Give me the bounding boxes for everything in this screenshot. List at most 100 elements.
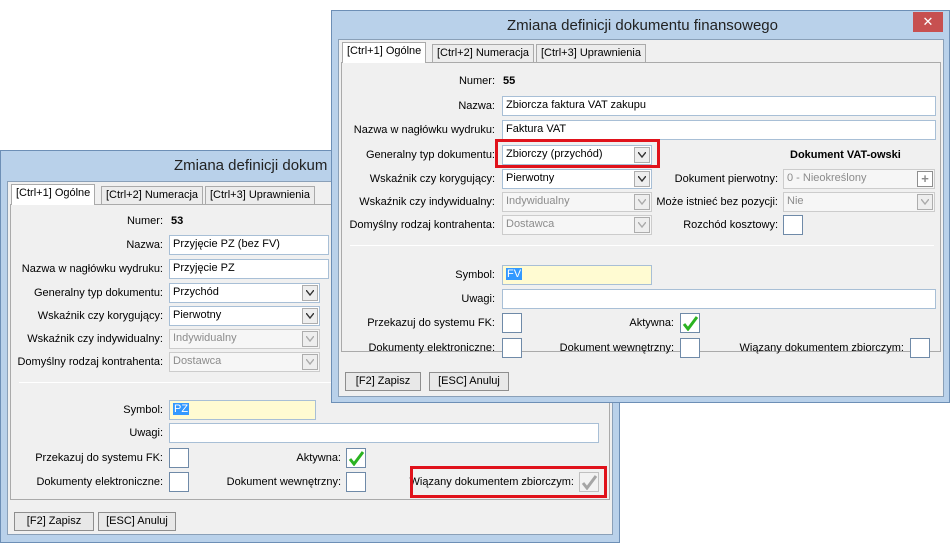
front-fk-checkbox[interactable] (502, 313, 522, 333)
chevron-down-icon[interactable] (302, 308, 318, 324)
front-numer-value: 55 (503, 75, 516, 87)
back-aktywna-checkbox[interactable] (346, 448, 366, 468)
back-naglowek-field[interactable]: Przyjęcie PZ (169, 259, 329, 279)
front-symbol-field[interactable]: FV (502, 265, 652, 285)
front-symbol-value: FV (506, 268, 523, 280)
back-elektroniczne-checkbox[interactable] (169, 472, 189, 492)
front-rozchod-checkbox[interactable] (783, 215, 803, 235)
checkmark-icon (348, 451, 364, 466)
front-korygujacy-value: Pierwotny (506, 172, 555, 184)
back-elektroniczne-label: Dokumenty elektroniczne: (36, 476, 163, 488)
back-nazwa-field[interactable]: Przyjęcie PZ (bez FV) (169, 235, 329, 255)
front-nazwa-label: Nazwa: (458, 100, 495, 112)
chevron-down-icon (302, 331, 318, 347)
back-footer: [F2] Zapisz [ESC] Anuluj (8, 502, 612, 534)
front-symbol-label: Symbol: (455, 269, 495, 281)
close-icon[interactable]: ✕ (913, 12, 943, 32)
front-window-body: [Ctrl+1] Ogólne [Ctrl+2] Numeracja [Ctrl… (338, 39, 944, 397)
back-cancel-button[interactable]: [ESC] Anuluj (98, 512, 176, 531)
front-elektroniczne-checkbox[interactable] (502, 338, 522, 358)
back-typ-select[interactable]: Przychód (169, 283, 320, 303)
front-wiazany-label: Wiązany dokumentem zbiorczym: (739, 342, 904, 354)
front-elektroniczne-label: Dokumenty elektroniczne: (368, 342, 495, 354)
back-uwagi-field[interactable] (169, 423, 599, 443)
front-general-panel: Numer: 55 Nazwa: Zbiorcza faktura VAT za… (341, 62, 941, 358)
back-korygujacy-select[interactable]: Pierwotny (169, 306, 320, 326)
front-korygujacy-select[interactable]: Pierwotny (502, 169, 652, 189)
front-korygujacy-label: Wskaźnik czy korygujący: (369, 173, 495, 185)
front-tab-numeracja[interactable]: [Ctrl+2] Numeracja (432, 44, 535, 63)
back-nazwa-label: Nazwa: (126, 239, 163, 251)
back-numer-label: Numer: (126, 215, 163, 227)
front-pierwotny-field[interactable]: 0 - Nieokreślony + (783, 169, 935, 189)
back-tab-uprawnienia[interactable]: [Ctrl+3] Uprawnienia (205, 186, 315, 205)
front-naglowek-field[interactable]: Faktura VAT (502, 120, 936, 140)
front-naglowek-label: Nazwa w nagłówku wydruku: (353, 124, 495, 136)
front-aktywna-label: Aktywna: (629, 317, 674, 329)
front-footer: [F2] Zapisz [ESC] Anuluj (339, 358, 943, 396)
back-numer-value: 53 (171, 215, 184, 227)
front-fk-label: Przekazuj do systemu FK: (367, 317, 495, 329)
front-uwagi-field[interactable] (502, 289, 936, 309)
back-tab-ogolne[interactable]: [Ctrl+1] Ogólne (11, 184, 96, 205)
back-uwagi-label: Uwagi: (129, 427, 163, 439)
front-typ-label: Generalny typ dokumentu: (365, 149, 495, 161)
back-fk-label: Przekazuj do systemu FK: (35, 452, 163, 464)
back-fk-checkbox[interactable] (169, 448, 189, 468)
front-nazwa-field[interactable]: Zbiorcza faktura VAT zakupu (502, 96, 936, 116)
back-kontrahent-select[interactable]: Dostawca (169, 352, 320, 372)
back-korygujacy-label: Wskaźnik czy korygujący: (37, 310, 163, 322)
chevron-down-icon[interactable] (302, 285, 318, 301)
front-tab-ogolne[interactable]: [Ctrl+1] Ogólne (342, 42, 427, 63)
front-window: Zmiana definicji dokumentu finansowego ✕… (331, 10, 950, 403)
front-indywidualny-select[interactable]: Indywidualny (502, 192, 652, 212)
front-aktywna-checkbox[interactable] (680, 313, 700, 333)
chevron-down-icon (302, 354, 318, 370)
back-typ-value: Przychód (173, 286, 219, 298)
back-kontrahent-label: Domyślny rodzaj kontrahenta: (17, 356, 163, 368)
back-kontrahent-value: Dostawca (173, 355, 222, 367)
plus-icon[interactable]: + (917, 171, 933, 187)
front-vat-section-title: Dokument VAT-owski (790, 149, 901, 161)
front-indywidualny-label: Wskaźnik czy indywidualny: (359, 196, 495, 208)
front-window-title: Zmiana definicji dokumentu finansowego (507, 17, 778, 34)
front-tab-uprawnienia[interactable]: [Ctrl+3] Uprawnienia (536, 44, 646, 63)
back-indywidualny-value: Indywidualny (173, 332, 237, 344)
front-save-button[interactable]: [F2] Zapisz (345, 372, 421, 391)
highlight-box (410, 466, 607, 498)
back-typ-label: Generalny typ dokumentu: (33, 287, 163, 299)
back-wewnetrzny-checkbox[interactable] (346, 472, 366, 492)
back-symbol-label: Symbol: (123, 404, 163, 416)
back-tab-numeracja[interactable]: [Ctrl+2] Numeracja (101, 186, 204, 205)
front-pierwotny-label: Dokument pierwotny: (674, 173, 778, 185)
front-wewnetrzny-label: Dokument wewnętrzny: (559, 342, 674, 354)
back-window-title: Zmiana definicji dokum (174, 157, 328, 174)
chevron-down-icon (634, 194, 650, 210)
front-kontrahent-select[interactable]: Dostawca (502, 215, 652, 235)
back-naglowek-label: Nazwa w nagłówku wydruku: (21, 263, 163, 275)
front-kontrahent-label: Domyślny rodzaj kontrahenta: (349, 219, 495, 231)
front-moze-istniec-select[interactable]: Nie (783, 192, 935, 212)
front-window-titlebar[interactable]: Zmiana definicji dokumentu finansowego ✕ (332, 11, 949, 41)
back-indywidualny-label: Wskaźnik czy indywidualny: (27, 333, 163, 345)
front-moze-istniec-value: Nie (787, 195, 804, 207)
back-symbol-field[interactable]: PZ (169, 400, 316, 420)
front-numer-label: Numer: (458, 75, 495, 87)
back-symbol-value: PZ (173, 403, 190, 415)
chevron-down-icon (917, 194, 933, 210)
back-korygujacy-value: Pierwotny (173, 309, 222, 321)
back-save-button[interactable]: [F2] Zapisz (14, 512, 94, 531)
front-separator (350, 245, 934, 246)
back-indywidualny-select[interactable]: Indywidualny (169, 329, 320, 349)
front-uwagi-label: Uwagi: (461, 293, 495, 305)
front-wewnetrzny-checkbox[interactable] (680, 338, 700, 358)
back-aktywna-label: Aktywna: (296, 452, 341, 464)
checkmark-icon (682, 316, 698, 331)
back-wewnetrzny-label: Dokument wewnętrzny: (226, 476, 341, 488)
chevron-down-icon[interactable] (634, 171, 650, 187)
front-kontrahent-value: Dostawca (506, 218, 555, 230)
front-cancel-button[interactable]: [ESC] Anuluj (429, 372, 509, 391)
front-pierwotny-value: 0 - Nieokreślony (787, 172, 867, 184)
front-wiazany-checkbox[interactable] (910, 338, 930, 358)
front-rozchod-label: Rozchód kosztowy: (683, 219, 778, 231)
